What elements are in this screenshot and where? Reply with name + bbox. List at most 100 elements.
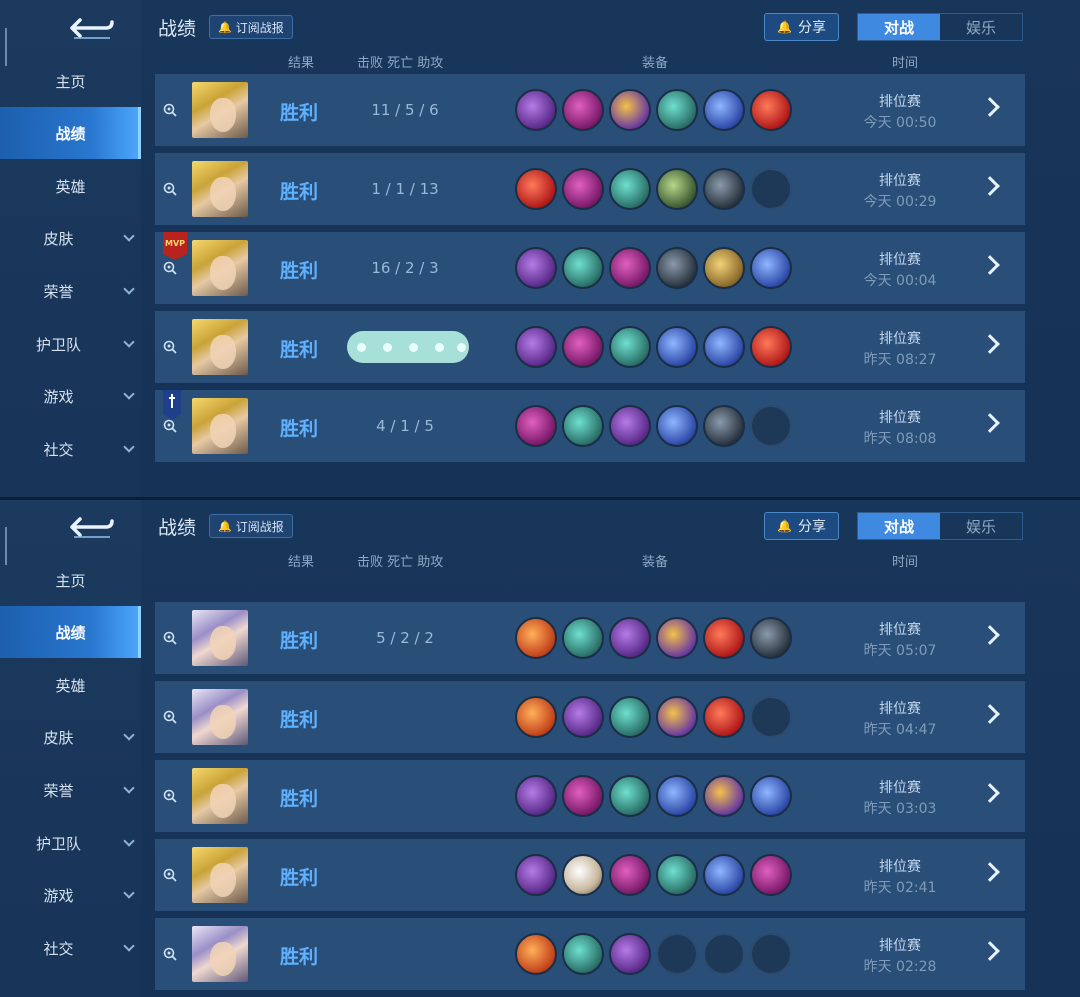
tab-entertainment[interactable]: 娱乐 <box>940 14 1022 40</box>
hero-portrait <box>192 161 248 217</box>
sidebar-item[interactable]: 护卫队 <box>0 318 141 370</box>
sidebar-item-label: 主页 <box>55 72 86 91</box>
chevron-right-icon[interactable] <box>980 625 1000 645</box>
redaction-dot <box>435 343 444 352</box>
subscribe-label: 订阅战报 <box>235 20 284 35</box>
subscribe-button[interactable]: 🔔 订阅战报 <box>209 15 293 39</box>
chevron-right-icon[interactable] <box>980 334 1000 354</box>
sidebar-item-label: 英雄 <box>55 177 86 196</box>
equipment-item-icon <box>562 617 604 659</box>
equipment-list <box>515 89 792 131</box>
match-result: 胜利 <box>280 102 319 124</box>
equipment-item-icon <box>515 617 557 659</box>
hero-portrait <box>192 689 248 745</box>
match-row[interactable]: 胜利 4 / 1 / 5 排位赛 昨天 08:08 <box>155 390 1025 462</box>
replay-icon[interactable] <box>163 630 177 645</box>
bell-icon: 🔔 <box>777 20 792 34</box>
sidebar-item[interactable]: 游戏 <box>0 869 141 921</box>
match-row[interactable]: 胜利 11 / 5 / 6 排位赛 今天 00:50 <box>155 74 1025 146</box>
sidebar-item[interactable]: 主页 <box>0 55 141 107</box>
empty-item-slot <box>750 696 792 738</box>
equipment-item-icon <box>656 326 698 368</box>
match-row[interactable]: 胜利 排位赛 昨天 04:47 <box>155 681 1025 753</box>
sidebar-item[interactable]: 荣誉 <box>0 764 141 816</box>
tab-battle[interactable]: 对战 <box>858 513 940 539</box>
sidebar-item[interactable]: 英雄 <box>0 160 141 212</box>
equipment-list <box>515 617 792 659</box>
match-mode: 排位赛 <box>879 859 921 875</box>
screen-panel-top: 主页 战绩 英雄 皮肤 荣誉 护卫队 游戏 社交 战绩 🔔 订阅战报 🔔 分享 对战 娱乐 结果 击败 死亡 助… <box>0 0 1080 498</box>
hero-face <box>210 626 236 660</box>
replay-icon[interactable] <box>163 260 177 275</box>
equipment-item-icon <box>609 854 651 896</box>
equipment-item-icon <box>703 89 745 131</box>
sidebar-item[interactable]: 护卫队 <box>0 817 141 869</box>
equipment-list <box>515 405 792 447</box>
share-label: 分享 <box>797 20 826 36</box>
tab-entertainment[interactable]: 娱乐 <box>940 513 1022 539</box>
match-row[interactable]: 胜利 排位赛 昨天 02:41 <box>155 839 1025 911</box>
column-header-kda: 击败 死亡 助攻 <box>357 56 444 71</box>
match-timestamp: 今天 00:29 <box>863 194 937 210</box>
sidebar-item[interactable]: 荣誉 <box>0 265 141 317</box>
sidebar-item[interactable]: 社交 <box>0 423 141 475</box>
equipment-item-icon <box>656 405 698 447</box>
equipment-item-icon <box>656 247 698 289</box>
sidebar-item[interactable]: 英雄 <box>0 659 141 711</box>
sidebar-item[interactable]: 战绩 <box>0 606 141 658</box>
sidebar-item[interactable]: 社交 <box>0 922 141 974</box>
sidebar-item-label: 英雄 <box>55 676 86 695</box>
sidebar: 主页 战绩英雄皮肤 荣誉 护卫队 游戏 社交 <box>0 499 141 997</box>
bell-icon: 🔔 <box>218 20 232 34</box>
sidebar-item[interactable]: 战绩 <box>0 107 141 159</box>
column-header-items: 装备 <box>642 555 669 570</box>
chevron-down-icon <box>123 441 135 453</box>
share-button[interactable]: 🔔 分享 <box>764 13 839 41</box>
chevron-right-icon[interactable] <box>980 97 1000 117</box>
chevron-right-icon[interactable] <box>980 941 1000 961</box>
chevron-right-icon[interactable] <box>980 255 1000 275</box>
equipment-item-icon <box>609 696 651 738</box>
match-row[interactable]: 胜利 排位赛 昨天 02:28 <box>155 918 1025 990</box>
chevron-right-icon[interactable] <box>980 783 1000 803</box>
chevron-right-icon[interactable] <box>980 413 1000 433</box>
equipment-item-icon <box>609 405 651 447</box>
replay-icon[interactable] <box>163 339 177 354</box>
chevron-right-icon[interactable] <box>980 176 1000 196</box>
chevron-down-icon <box>123 887 135 899</box>
sidebar-item[interactable]: 游戏 <box>0 370 141 422</box>
back-icon[interactable] <box>66 513 116 541</box>
equipment-item-icon <box>515 89 557 131</box>
chevron-right-icon[interactable] <box>980 862 1000 882</box>
back-icon[interactable] <box>66 14 116 42</box>
share-button[interactable]: 🔔 分享 <box>764 512 839 540</box>
sidebar-item[interactable]: 主页 <box>0 554 141 606</box>
hero-face <box>210 177 236 211</box>
subscribe-button[interactable]: 🔔 订阅战报 <box>209 514 293 538</box>
redaction-dot <box>357 343 366 352</box>
sidebar-item[interactable]: 皮肤 <box>0 711 141 763</box>
equipment-list <box>515 326 792 368</box>
equipment-item-icon <box>515 854 557 896</box>
replay-icon[interactable] <box>163 181 177 196</box>
match-row[interactable]: MVP 胜利 16 / 2 / 3 排位赛 今天 00:04 <box>155 232 1025 304</box>
replay-icon[interactable] <box>163 418 177 433</box>
match-row[interactable]: 胜利 排位赛 昨天 08:27 <box>155 311 1025 383</box>
equipment-item-icon <box>656 854 698 896</box>
tab-battle[interactable]: 对战 <box>858 14 940 40</box>
match-row[interactable]: 胜利 1 / 1 / 13 排位赛 今天 00:29 <box>155 153 1025 225</box>
equipment-item-icon <box>750 854 792 896</box>
replay-icon[interactable] <box>163 946 177 961</box>
replay-icon[interactable] <box>163 709 177 724</box>
match-row[interactable]: 胜利 排位赛 昨天 03:03 <box>155 760 1025 832</box>
replay-icon[interactable] <box>163 102 177 117</box>
match-row[interactable]: 胜利 5 / 2 / 2 排位赛 昨天 05:07 <box>155 602 1025 674</box>
sidebar: 主页战绩英雄皮肤 荣誉 护卫队 游戏 社交 <box>0 0 141 498</box>
replay-icon[interactable] <box>163 788 177 803</box>
match-timestamp: 昨天 08:08 <box>863 431 937 447</box>
replay-icon[interactable] <box>163 867 177 882</box>
hero-face <box>210 335 236 369</box>
hero-face <box>210 414 236 448</box>
sidebar-item[interactable]: 皮肤 <box>0 212 141 264</box>
chevron-right-icon[interactable] <box>980 704 1000 724</box>
